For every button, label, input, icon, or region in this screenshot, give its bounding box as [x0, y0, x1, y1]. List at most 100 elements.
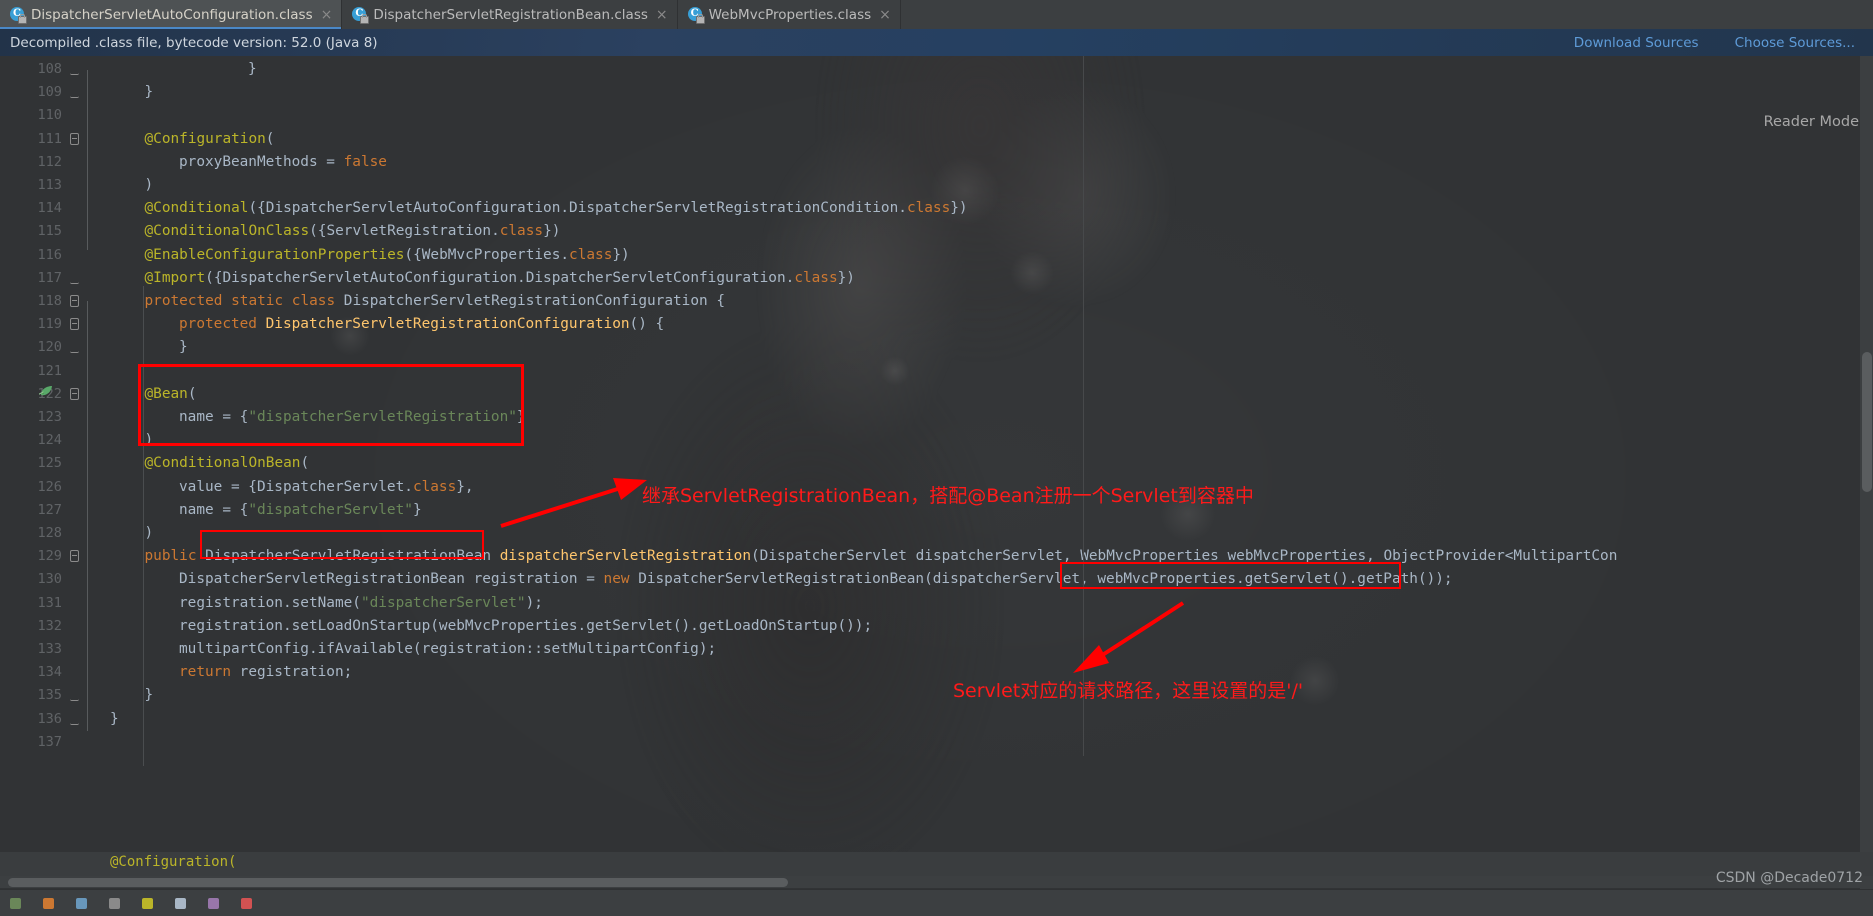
status-item[interactable]: [241, 897, 252, 909]
code-line-text: public DispatcherServletRegistrationBean…: [144, 548, 1618, 565]
line-number: 132: [37, 617, 62, 634]
code-line-text: proxyBeanMethods = false: [179, 153, 387, 170]
spring-bean-gutter-icon[interactable]: [38, 383, 54, 399]
line-number: 137: [37, 733, 62, 750]
code-line-text: }: [144, 687, 154, 704]
fold-marker-icon[interactable]: [68, 128, 82, 151]
code-line: 133 multipartConfig.ifAvailable(registrat…: [0, 638, 1873, 661]
code-line-text: protected DispatcherServletRegistrationC…: [179, 316, 665, 333]
code-line-text: @EnableConfigurationProperties({WebMvcPr…: [144, 246, 630, 263]
status-item[interactable]: [76, 897, 87, 909]
code-line-text: multipartConfig.ifAvailable(registration…: [179, 641, 717, 657]
vertical-scrollbar-thumb[interactable]: [1862, 352, 1872, 492]
code-line: 111 @Configuration(: [0, 128, 1873, 151]
banner-links: Download Sources Choose Sources...: [1574, 35, 1855, 51]
vertical-scrollbar-track[interactable]: [1860, 56, 1873, 896]
tab-dispatcher-servlet-registration-bean[interactable]: C DispatcherServletRegistrationBean.clas…: [342, 0, 678, 29]
code-line: 112 proxyBeanMethods = false: [0, 151, 1873, 174]
close-icon[interactable]: ×: [877, 8, 891, 22]
fold-marker-icon[interactable]: [68, 336, 82, 359]
code-line-text: }: [248, 61, 257, 77]
line-number: 125: [37, 455, 62, 472]
intention-bulb-icon[interactable]: [86, 499, 100, 513]
decompiled-message: Decompiled .class file, bytecode version…: [10, 34, 378, 51]
line-number: 112: [37, 153, 62, 170]
fold-marker-icon[interactable]: [68, 58, 82, 81]
code-line: 135}: [0, 684, 1873, 707]
close-icon[interactable]: ×: [654, 8, 668, 22]
ide-window: C DispatcherServletAutoConfiguration.cla…: [0, 0, 1873, 916]
status-item[interactable]: [208, 897, 219, 909]
java-class-icon: C: [352, 7, 370, 24]
code-line: 108}: [0, 58, 1873, 81]
code-line-text: value = {DispatcherServlet.class},: [179, 478, 474, 495]
editor-tab-bar: C DispatcherServletAutoConfiguration.cla…: [0, 0, 1873, 30]
code-line: 121: [0, 360, 1873, 383]
status-item[interactable]: [43, 897, 54, 909]
right-margin-guide: [1083, 56, 1084, 756]
code-line-text: }: [144, 84, 154, 101]
fold-marker-icon[interactable]: [68, 684, 82, 707]
line-number: 113: [37, 177, 62, 193]
line-number: 127: [37, 501, 62, 518]
status-item[interactable]: [175, 897, 186, 909]
annotation-inherit-note: 继承ServletRegistrationBean，搭配@Bean注册一个Ser…: [642, 485, 1254, 507]
line-number: 123: [37, 409, 62, 425]
tab-web-mvc-properties[interactable]: C WebMvcProperties.class ×: [677, 0, 901, 29]
fold-marker-icon[interactable]: [68, 267, 82, 290]
line-number: 108: [37, 61, 62, 77]
status-item[interactable]: [142, 897, 153, 909]
code-line: 115 @ConditionalOnClass({ServletRegistrat…: [0, 220, 1873, 243]
line-number: 126: [37, 478, 62, 495]
fold-marker-icon[interactable]: [68, 81, 82, 104]
code-line: 124): [0, 429, 1873, 452]
code-line: 137: [0, 731, 1873, 754]
tab-label: DispatcherServletRegistrationBean.class: [373, 6, 648, 23]
code-line: 118 protected static class DispatcherServ…: [0, 290, 1873, 313]
tab-label: WebMvcProperties.class: [708, 6, 872, 23]
line-number: 134: [37, 664, 62, 681]
download-sources-link[interactable]: Download Sources: [1574, 35, 1699, 51]
code-line: 128): [0, 522, 1873, 545]
fold-marker-icon[interactable]: [68, 545, 82, 568]
code-line-text: @Import({DispatcherServletAutoConfigurat…: [144, 269, 855, 286]
code-line: 134 return registration;: [0, 661, 1873, 684]
horizontal-scrollbar-thumb[interactable]: [8, 878, 788, 887]
choose-sources-link[interactable]: Choose Sources...: [1735, 35, 1855, 51]
code-line: 109}: [0, 81, 1873, 104]
line-number: 136: [37, 710, 62, 727]
code-line-text: @ConditionalOnBean(: [144, 455, 310, 472]
code-line-text: protected static class DispatcherServlet…: [144, 293, 726, 309]
tab-dispatcher-servlet-auto-configuration[interactable]: C DispatcherServletAutoConfiguration.cla…: [0, 0, 343, 30]
code-line-text: name = {"dispatcherServlet"}: [179, 501, 422, 518]
fold-marker-icon[interactable]: [68, 708, 82, 731]
code-line: 110: [0, 104, 1873, 127]
code-line-text: ): [144, 177, 154, 193]
close-icon[interactable]: ×: [319, 8, 333, 22]
tab-label: DispatcherServletAutoConfiguration.class: [31, 6, 313, 23]
fold-marker-icon[interactable]: [68, 383, 82, 406]
line-number: 117: [37, 269, 62, 286]
line-number: 129: [37, 548, 62, 565]
decompiled-notification-banner: Decompiled .class file, bytecode version…: [0, 29, 1873, 57]
line-number: 133: [37, 641, 62, 657]
status-bar: [0, 889, 1873, 916]
code-line-text: name = {"dispatcherServletRegistration"}: [179, 409, 526, 425]
line-number: 130: [37, 571, 62, 588]
line-number: 118: [37, 293, 62, 309]
code-line: 130 DispatcherServletRegistrationBean reg…: [0, 568, 1873, 591]
line-number: 128: [37, 525, 62, 541]
java-class-icon: C: [687, 7, 705, 24]
code-line-text: ): [144, 432, 154, 449]
fold-marker-icon[interactable]: [68, 313, 82, 336]
java-class-icon: C: [10, 7, 27, 24]
status-item[interactable]: [10, 897, 21, 909]
code-line: 117 @Import({DispatcherServletAutoConfigu…: [0, 267, 1873, 290]
fold-marker-icon[interactable]: [68, 290, 82, 313]
code-line: 136}: [0, 708, 1873, 731]
line-number: 131: [37, 594, 62, 611]
reader-mode-label[interactable]: Reader Mode: [1764, 114, 1859, 130]
status-item[interactable]: [109, 897, 120, 909]
code-line-text: @ConditionalOnClass({ServletRegistration…: [144, 223, 561, 240]
code-line-text: }: [110, 710, 119, 727]
